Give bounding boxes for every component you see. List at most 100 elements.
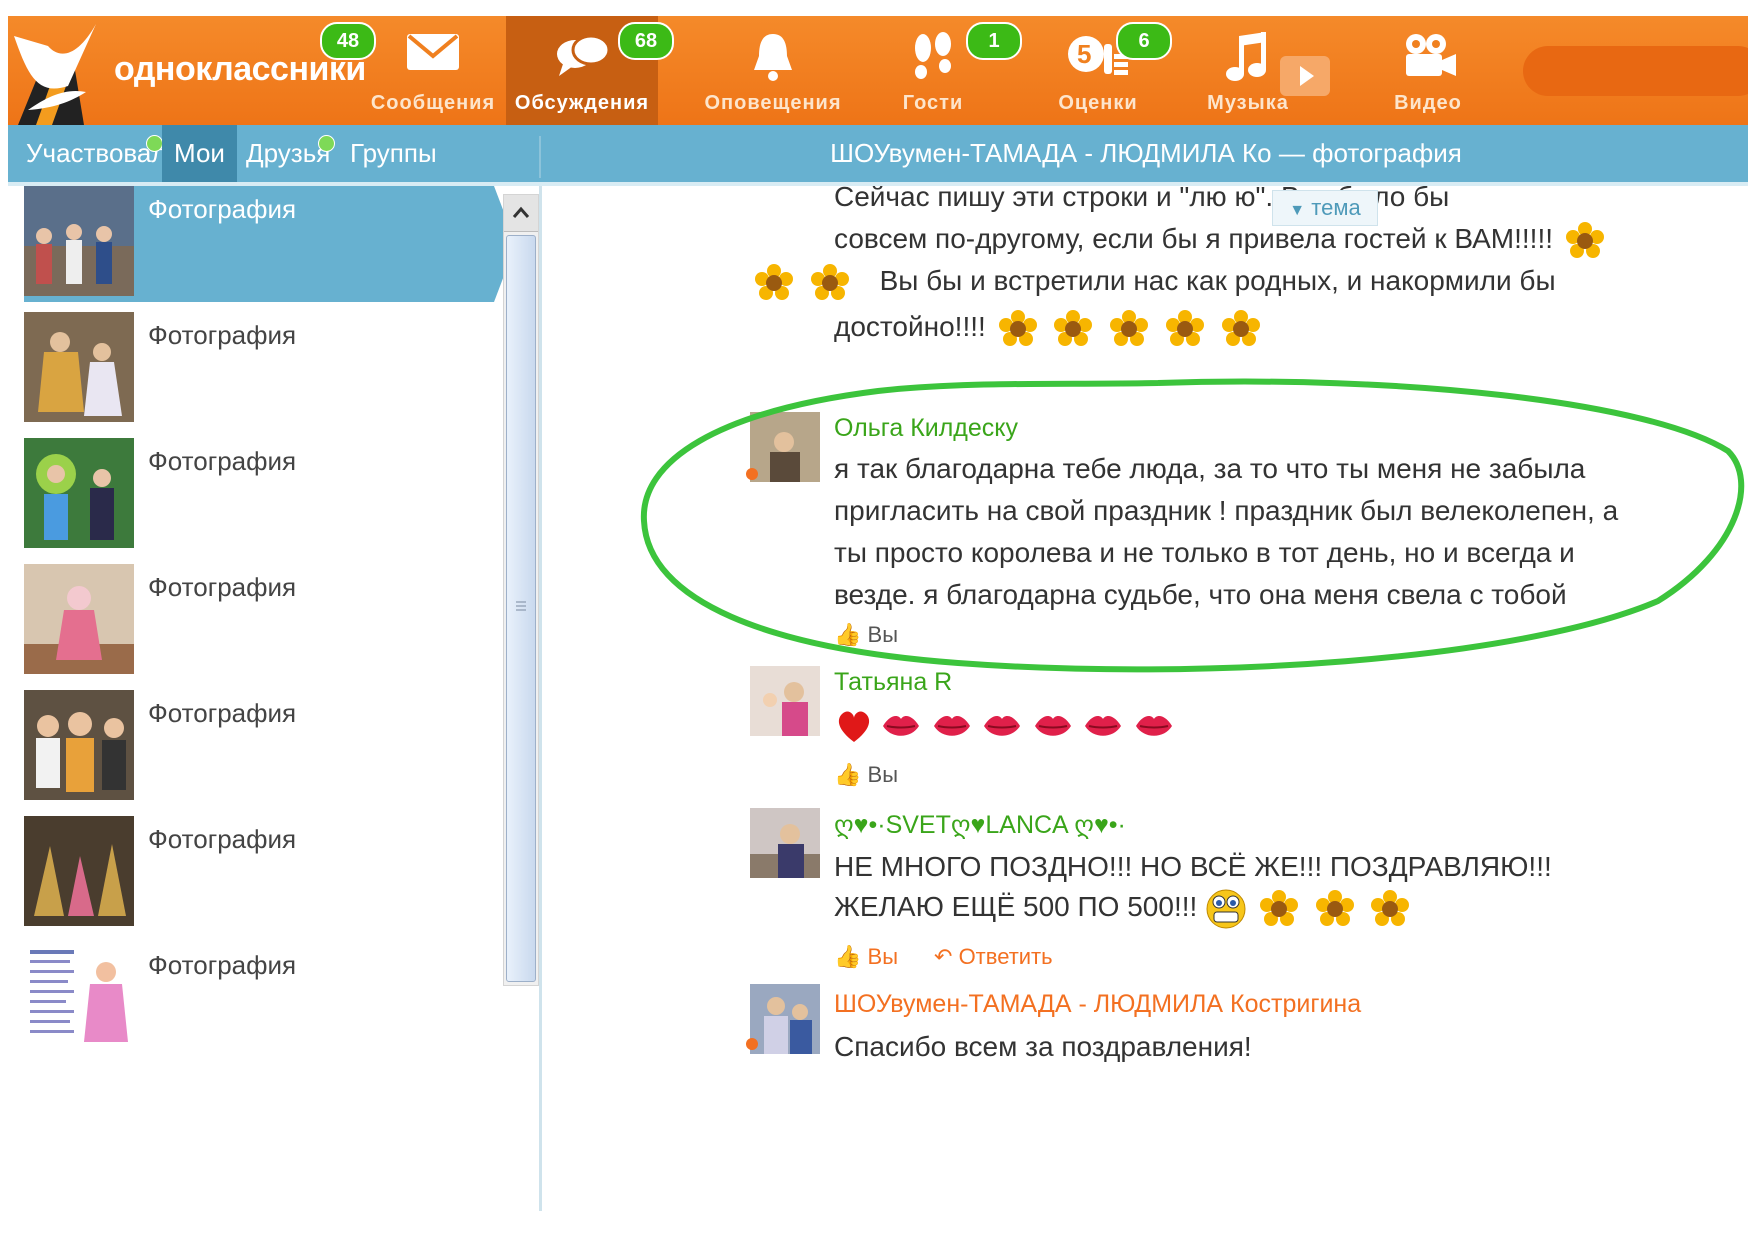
scroll-up-button[interactable] [504,195,538,232]
reply-button[interactable]: ↶ Ответить [934,944,1053,970]
flower-emoji-icon [1165,309,1204,346]
nav-messages[interactable]: Сообщения [353,16,513,125]
photo-thumbnail [24,690,134,800]
extra-nav-button[interactable] [1523,46,1748,96]
list-item-title: Фотография [148,446,297,476]
thumbs-up-icon: 👍 [834,622,862,647]
comment-author[interactable]: ღ♥•·SVETღ♥LANCA ღ♥•· [834,810,1126,840]
comment-author[interactable]: Ольга Килдеску [834,414,1018,443]
comment-text-line: Спасибо всем за поздравления! [834,1031,1252,1062]
like-label: Вы [867,944,899,969]
nav-notifications[interactable]: Оповещения [688,16,858,125]
list-item-title: Фотография [148,572,297,602]
film-camera-icon [1398,30,1458,87]
music-note-icon [1223,30,1273,89]
nav-guests-label: Гости [902,92,964,114]
list-scrollbar[interactable] [503,194,539,986]
chat-bubbles-icon [553,30,611,85]
emoji-line [834,706,1177,746]
thumbs-up-icon: 👍 [834,762,862,787]
top-navigation-bar: одноклассники Сообщения 48 Обсуждения 68… [8,16,1748,125]
nav-ratings-label: Оценки [1058,92,1138,114]
thumbs-up-icon: 👍 [834,944,862,969]
kiss-lips-icon [984,715,1021,736]
comment-text-line: достойно!!!! [834,306,1265,349]
nav-notifications-label: Оповещения [704,92,842,114]
svg-text:5: 5 [1077,39,1091,69]
header-divider [539,136,541,178]
new-indicator-dot [318,135,335,152]
list-item[interactable]: Фотография [24,942,494,1058]
flower-emoji-icon [1565,221,1604,258]
photo-thumbnail [24,942,134,1052]
tab-mine[interactable]: Мои [162,125,237,182]
topic-toggle-label: тема [1311,195,1361,220]
like-button[interactable]: 👍 Вы [834,622,898,648]
list-item[interactable]: Фотография [24,816,494,932]
photo-thumbnail [24,186,134,296]
nav-discussions-label: Обсуждения [514,92,650,114]
tab-groups[interactable]: Группы [338,125,449,182]
discussions-badge: 68 [618,22,674,60]
list-item-selected[interactable]: Фотография [24,186,516,302]
flower-emoji-icon [998,309,1037,346]
nav-video-label: Видео [1394,92,1462,114]
avatar[interactable] [750,666,820,736]
avatar[interactable] [750,984,820,1054]
flower-emoji-icon [1315,889,1354,926]
comments-area: Сейчас пишу эти строки и "лю ю". Все был… [542,186,1748,1211]
photo-thumbnail [24,564,134,674]
comment-author[interactable]: Татьяна R [834,668,952,697]
app-window: одноклассники Сообщения 48 Обсуждения 68… [8,16,1748,1211]
comment-author[interactable]: ШОУвумен-ТАМАДА - ЛЮДМИЛА Костригина [834,990,1361,1019]
red-heart-icon [838,711,870,742]
list-item[interactable]: Фотография [24,564,494,680]
music-play-button[interactable] [1280,56,1330,96]
kiss-lips-icon [1034,715,1071,736]
triangle-down-icon: ▼ [1289,202,1306,219]
flower-emoji-icon [1221,309,1260,346]
photo-thumbnail [24,438,134,548]
flower-emoji-icon [1054,309,1093,346]
ratings-badge: 6 [1116,22,1172,60]
list-item-title: Фотография [148,698,297,728]
dove-logo-icon [14,24,96,125]
play-icon [1300,66,1314,86]
flower-emoji-icon [1259,889,1298,926]
discussion-list: Фотография Фотография Фотография Фотогра… [8,186,542,1211]
envelope-icon [405,30,461,79]
list-item-title: Фотография [148,320,297,350]
flower-emoji-icon [755,263,793,300]
comment-text-line: Вы бы и встретили нас как родных, и нако… [750,260,1556,303]
footprints-icon [907,30,959,91]
kiss-lips-icon [933,715,970,736]
comment-text: ЖЕЛАЮ ЕЩЁ 500 ПО 500!!! [834,891,1198,922]
kiss-lips-icon [883,715,920,736]
nav-video[interactable]: Видео [1353,16,1503,125]
kiss-lips-icon [1135,715,1172,736]
comment-text-line: НЕ МНОГО ПОЗДНО!!! НО ВСЁ ЖЕ!!! ПОЗДРАВЛ… [834,851,1552,882]
tab-friends[interactable]: Друзья [234,125,342,182]
photo-thumbnail [24,816,134,926]
avatar[interactable] [750,808,820,878]
list-item-title: Фотография [148,824,297,854]
guests-badge: 1 [966,22,1022,60]
list-item-title: Фотография [148,194,297,224]
comment-text-line: я так благодарна тебе люда, за то что ты… [834,453,1586,484]
new-indicator-dot [146,135,163,152]
avatar[interactable] [750,412,820,482]
like-label: Вы [867,622,899,647]
scrollbar-thumb[interactable] [506,235,536,982]
like-button[interactable]: 👍 Вы [834,762,898,788]
online-status-dot [746,468,758,480]
list-item[interactable]: Фотография [24,690,494,806]
flower-emoji-icon [1110,309,1149,346]
reply-label: Ответить [958,944,1053,969]
nav-messages-label: Сообщения [370,92,496,114]
tab-participated[interactable]: Участвовал [14,125,179,182]
online-status-dot [746,1038,758,1050]
photo-thumbnail [24,312,134,422]
list-item[interactable]: Фотография [24,312,494,428]
list-item[interactable]: Фотография [24,438,494,554]
like-button[interactable]: 👍 Вы [834,944,898,970]
